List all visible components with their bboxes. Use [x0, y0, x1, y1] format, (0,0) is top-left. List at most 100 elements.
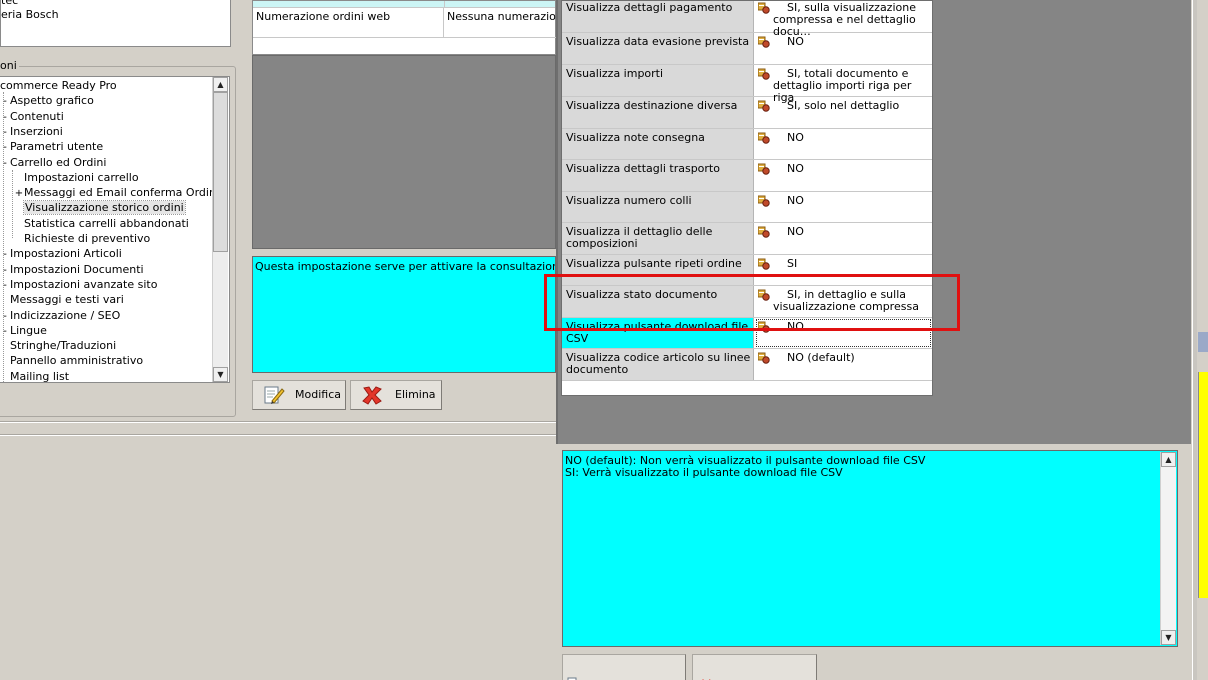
- grid-row-value[interactable]: NO (default): [755, 349, 932, 380]
- tree-item[interactable]: - Impostazioni avanzate sito: [0, 277, 157, 292]
- scroll-down-arrow-icon[interactable]: ▼: [1161, 630, 1176, 645]
- scroll-up-arrow-icon[interactable]: ▲: [213, 77, 228, 92]
- tree-item[interactable]: +Messaggi ed Email conferma Ordine: [14, 185, 223, 200]
- group-box-label: oni: [0, 59, 19, 72]
- scroll-up-arrow-icon[interactable]: ▲: [1161, 452, 1176, 467]
- tree-item-label: Contenuti: [10, 109, 64, 123]
- tree-item[interactable]: Statistica carrelli abbandonati: [14, 216, 189, 231]
- tree-item[interactable]: commerce Ready Pro: [0, 78, 117, 93]
- tree-item[interactable]: Mailing list: [0, 369, 70, 383]
- grid-row-value[interactable]: SI, sulla visualizzazione compressa e ne…: [755, 1, 932, 38]
- tree-item[interactable]: - Parametri utente: [0, 139, 103, 154]
- grid-row[interactable]: Visualizza numero colli NO: [562, 192, 932, 223]
- bottom-edit-button[interactable]: [562, 654, 686, 680]
- value-option-icon: [758, 36, 770, 48]
- tree-branch-icon: -: [3, 249, 7, 261]
- tree-scrollbar[interactable]: ▲ ▼: [212, 77, 228, 382]
- expand-plus-icon[interactable]: +: [14, 186, 24, 201]
- tree-item[interactable]: Richieste di preventivo: [14, 231, 150, 246]
- grid-row-name: Visualizza dettagli trasporto: [562, 160, 754, 191]
- tree-item-label: Carrello ed Ordini: [10, 155, 107, 169]
- tree-item[interactable]: Visualizzazione storico ordini: [14, 200, 186, 216]
- value-option-icon: [758, 100, 770, 112]
- grid-row-value[interactable]: SI, solo nel dettaglio: [755, 97, 932, 128]
- tree-branch-icon: -: [3, 157, 7, 169]
- tree-branch-icon: -: [3, 310, 7, 322]
- bottom-delete-button[interactable]: [692, 654, 817, 680]
- tree-item[interactable]: - Impostazioni Documenti: [0, 262, 143, 277]
- scroll-down-arrow-icon[interactable]: ▼: [213, 367, 228, 382]
- value-option-icon: [758, 132, 770, 144]
- tree-item[interactable]: - Lingue: [0, 323, 47, 338]
- grid-row[interactable]: Visualizza dettagli trasporto NO: [562, 160, 932, 192]
- tree-branch-icon: -: [3, 126, 7, 138]
- tree-item[interactable]: - Indicizzazione / SEO: [0, 308, 120, 323]
- tree-item-label: Stringhe/Traduzioni: [10, 339, 117, 353]
- grid-row-value-text: NO: [787, 225, 804, 238]
- order-numbering-table: Numerazione ordini web Nessuna numerazio…: [252, 0, 556, 55]
- modifica-button[interactable]: Modifica: [252, 380, 346, 410]
- tree-branch-icon: -: [3, 111, 7, 123]
- tree-branch-icon: -: [3, 142, 7, 154]
- value-option-icon: [758, 226, 770, 238]
- properties-grid[interactable]: Visualizza dettagli pagamento SI, sulla v…: [561, 0, 933, 396]
- value-option-icon: [758, 68, 770, 80]
- tree-item[interactable]: Messaggi e testi vari: [0, 292, 124, 307]
- tree-item[interactable]: - Aspetto grafico: [0, 93, 94, 108]
- table-cell-name[interactable]: Numerazione ordini web: [253, 8, 444, 38]
- empty-panel: [252, 55, 556, 249]
- grid-row[interactable]: Visualizza dettagli pagamento SI, sulla v…: [562, 1, 932, 38]
- grid-row-name: Visualizza importi: [562, 65, 754, 96]
- tree-item-label: Mailing list: [10, 369, 70, 383]
- tree-item[interactable]: - Carrello ed Ordini: [0, 155, 106, 170]
- settings-tree[interactable]: commerce Ready Pro - Aspetto grafico - Conte…: [0, 76, 230, 383]
- grid-row-value-text: NO: [787, 194, 804, 207]
- grid-row-value-text: NO: [787, 35, 804, 48]
- grid-row[interactable]: Visualizza codice articolo su linee docu…: [562, 349, 932, 381]
- tree-item-label: commerce Ready Pro: [0, 79, 117, 92]
- grid-row-value[interactable]: SI, totali documento e dettaglio importi…: [755, 65, 932, 104]
- elimina-button[interactable]: Elimina: [350, 380, 442, 410]
- grid-row[interactable]: Visualizza data evasione prevista NO: [562, 33, 932, 65]
- tree-item[interactable]: Impostazioni carrello: [14, 170, 139, 185]
- list-item[interactable]: tec: [1, 0, 18, 7]
- description-scrollbar[interactable]: ▲ ▼: [1160, 452, 1176, 645]
- grid-row-value-text: NO: [787, 162, 804, 175]
- customer-list[interactable]: tec eria Bosch: [0, 0, 231, 47]
- elimina-label: Elimina: [395, 388, 436, 401]
- tree-branch-icon: -: [3, 264, 7, 276]
- scroll-thumb[interactable]: [213, 92, 228, 252]
- grid-row-value-text: SI: [787, 257, 798, 270]
- grid-row[interactable]: Visualizza note consegna NO: [562, 129, 932, 160]
- grid-row-name: Visualizza numero colli: [562, 192, 754, 222]
- tree-item-label: Indicizzazione / SEO: [10, 308, 121, 322]
- grid-row-value[interactable]: NO: [755, 192, 932, 222]
- list-item[interactable]: eria Bosch: [1, 8, 59, 21]
- tree-item-label: Inserzioni: [10, 124, 63, 138]
- tree-item[interactable]: Stringhe/Traduzioni: [0, 338, 116, 353]
- grid-row-value[interactable]: NO: [755, 223, 932, 254]
- option-description: NO (default): Non verrà visualizzato il …: [562, 450, 1178, 647]
- tree-item[interactable]: - Inserzioni: [0, 124, 63, 139]
- table-cell-value[interactable]: Nessuna numerazione (: [444, 8, 556, 38]
- tree-item-label: Messaggi ed Email conferma Ordine: [24, 186, 223, 200]
- tree-item[interactable]: - Impostazioni Articoli: [0, 246, 122, 261]
- tree-branch-icon: -: [3, 279, 7, 291]
- grid-row-value-text: NO (default): [787, 351, 855, 364]
- value-option-icon: [758, 258, 770, 270]
- grid-row-name: Visualizza destinazione diversa: [562, 97, 754, 128]
- tree-item[interactable]: - Contenuti: [0, 109, 64, 124]
- grid-row-value[interactable]: NO: [755, 33, 932, 64]
- value-option-icon: [758, 2, 770, 14]
- grid-row[interactable]: Visualizza il dettaglio delle composizio…: [562, 223, 932, 255]
- tree-item-label: Messaggi e testi vari: [10, 293, 124, 307]
- tree-item-label: Parametri utente: [10, 140, 104, 154]
- grid-row[interactable]: Visualizza destinazione diversa SI, solo …: [562, 97, 932, 129]
- tree-item-label: Richieste di preventivo: [24, 232, 151, 245]
- grid-row-value[interactable]: NO: [755, 129, 932, 159]
- value-option-icon: [758, 195, 770, 207]
- grid-row-value[interactable]: NO: [755, 160, 932, 191]
- grid-row-value-text: NO: [787, 131, 804, 144]
- tree-item[interactable]: Pannello amministrativo: [0, 353, 143, 368]
- grid-row[interactable]: Visualizza importi SI, totali documento e…: [562, 65, 932, 104]
